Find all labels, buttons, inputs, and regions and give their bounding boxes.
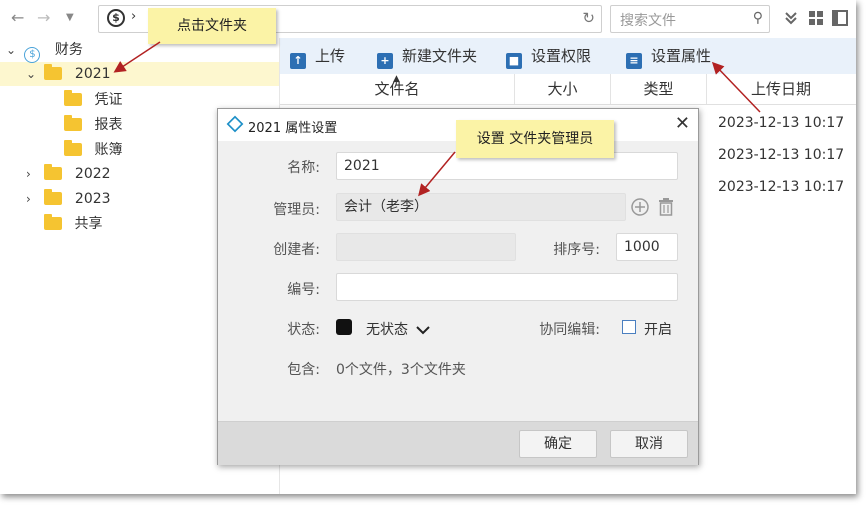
top-bar: ← → ▼ $ › ↻ 搜索文件 ⚲	[0, 0, 856, 39]
tree-item-label: 账簿	[94, 142, 123, 158]
properties-icon: ≡	[626, 53, 642, 69]
upload-button[interactable]: ↑ 上传	[290, 46, 346, 69]
ok-button[interactable]: 确定	[519, 430, 597, 458]
column-header-upload-date[interactable]: 上传日期	[707, 74, 855, 104]
tree-root-label: 财务	[54, 42, 83, 58]
panel-layout-icon[interactable]	[832, 10, 848, 26]
tree-item-label: 凭证	[94, 92, 123, 108]
library-coin-icon: $	[24, 47, 41, 63]
creator-label: 创建者:	[273, 242, 320, 258]
library-icon: $	[107, 9, 125, 27]
expand-chevron-icon[interactable]: ⌄	[6, 39, 20, 61]
collapse-chevrons-icon[interactable]	[783, 10, 799, 26]
cube-icon	[226, 115, 244, 133]
refresh-icon[interactable]: ↻	[582, 9, 595, 27]
tree-item-report[interactable]: 报表	[64, 114, 122, 136]
folder-icon	[44, 164, 63, 180]
coedit-checkbox[interactable]	[622, 320, 636, 334]
tree-item-2021[interactable]: ⌄ 2021	[26, 63, 111, 85]
column-header-label: 大小	[547, 80, 578, 98]
search-placeholder: 搜索文件	[620, 13, 676, 29]
permissions-label: 设置权限	[531, 47, 592, 65]
action-toolbar: ↑ 上传 + 新建文件夹 ■ 设置权限 ≡ 设置属性	[280, 38, 856, 74]
permissions-button[interactable]: ■ 设置权限	[506, 46, 592, 69]
column-header-label: 上传日期	[750, 80, 811, 98]
name-label: 名称:	[287, 160, 320, 176]
callout-set-admin: 设置 文件夹管理员	[456, 120, 614, 158]
path-separator: ›	[131, 9, 137, 24]
coedit-checkbox-label: 开启	[644, 322, 672, 338]
cancel-button[interactable]: 取消	[610, 430, 688, 458]
permissions-icon: ■	[506, 53, 522, 69]
folder-icon	[44, 214, 62, 230]
admin-label: 管理员:	[273, 202, 320, 218]
trash-icon[interactable]	[657, 197, 675, 217]
new-folder-label: 新建文件夹	[402, 47, 478, 65]
search-icon[interactable]: ⚲	[753, 10, 763, 26]
properties-button[interactable]: ≡ 设置属性	[626, 46, 712, 69]
new-folder-icon: +	[377, 53, 393, 69]
collapsed-chevron-icon[interactable]: ›	[26, 163, 40, 185]
tree-item-label: 2023	[74, 191, 111, 207]
tree-item-voucher[interactable]: 凭证	[64, 89, 122, 111]
row-upload-date: 2023-12-13 10:17	[718, 179, 845, 195]
column-header-size[interactable]: 大小	[515, 74, 611, 104]
row-upload-date: 2023-12-13 10:17	[718, 115, 845, 131]
tree-item-2023[interactable]: › 2023	[26, 188, 111, 210]
tree-item-ledger[interactable]: 账簿	[64, 139, 122, 161]
folder-properties-dialog: 2021 属性设置 ✕ 名称: 2021 管理员: 会计（老李） 创建者: 排序…	[217, 108, 699, 465]
dialog-footer: 确定 取消	[218, 421, 698, 465]
folder-icon	[64, 90, 82, 106]
contains-label: 包含:	[287, 362, 320, 378]
dialog-title: 2021 属性设置	[248, 121, 338, 136]
column-header-filename[interactable]: ▲ 文件名	[280, 74, 515, 104]
admin-field[interactable]: 会计（老李）	[336, 193, 626, 221]
coedit-label: 协同编辑:	[539, 322, 600, 338]
tree-item-shared[interactable]: 共享	[44, 213, 102, 235]
search-input[interactable]: 搜索文件 ⚲	[610, 5, 770, 33]
history-dropdown-icon[interactable]: ▼	[66, 8, 74, 28]
forward-arrow-icon[interactable]: →	[37, 8, 50, 28]
folder-icon	[44, 64, 63, 80]
row-upload-date: 2023-12-13 10:17	[718, 147, 845, 163]
folder-icon	[64, 140, 82, 156]
grid-view-icon[interactable]	[808, 10, 824, 26]
sort-field[interactable]: 1000	[616, 233, 678, 261]
contains-value: 0个文件，3个文件夹	[336, 362, 466, 378]
upload-icon: ↑	[290, 53, 306, 69]
code-label: 编号:	[287, 282, 320, 298]
tree-item-label: 2021	[74, 66, 111, 82]
status-dropdown[interactable]: 无状态	[366, 319, 431, 339]
callout-click-folder: 点击文件夹	[148, 8, 276, 44]
tree-item-label: 2022	[74, 166, 111, 182]
tree-item-label: 报表	[94, 117, 123, 133]
back-arrow-icon[interactable]: ←	[11, 8, 24, 28]
tree-item-2022[interactable]: › 2022	[26, 163, 111, 185]
file-table-header: ▲ 文件名 大小 类型 上传日期	[280, 74, 856, 105]
column-header-type[interactable]: 类型	[611, 74, 707, 104]
folder-icon	[64, 115, 82, 131]
tree-item-label: 共享	[74, 216, 103, 232]
tree-root-finance[interactable]: ⌄ $ 财务	[6, 39, 83, 63]
sort-ascending-icon: ▲	[393, 74, 400, 84]
status-color-swatch	[336, 319, 352, 335]
collapsed-chevron-icon[interactable]: ›	[26, 188, 40, 210]
column-header-label: 类型	[643, 80, 674, 98]
add-circle-icon[interactable]	[630, 197, 650, 217]
status-value: 无状态	[366, 322, 408, 338]
sort-label: 排序号:	[553, 242, 600, 258]
close-icon[interactable]: ✕	[675, 113, 690, 134]
chevron-down-icon	[416, 326, 431, 335]
status-label: 状态:	[287, 322, 320, 338]
creator-field	[336, 233, 516, 261]
upload-label: 上传	[315, 47, 346, 65]
folder-icon	[44, 189, 63, 205]
expand-chevron-icon[interactable]: ⌄	[26, 63, 40, 85]
new-folder-button[interactable]: + 新建文件夹	[377, 46, 478, 69]
properties-label: 设置属性	[651, 47, 712, 65]
code-field[interactable]	[336, 273, 678, 301]
